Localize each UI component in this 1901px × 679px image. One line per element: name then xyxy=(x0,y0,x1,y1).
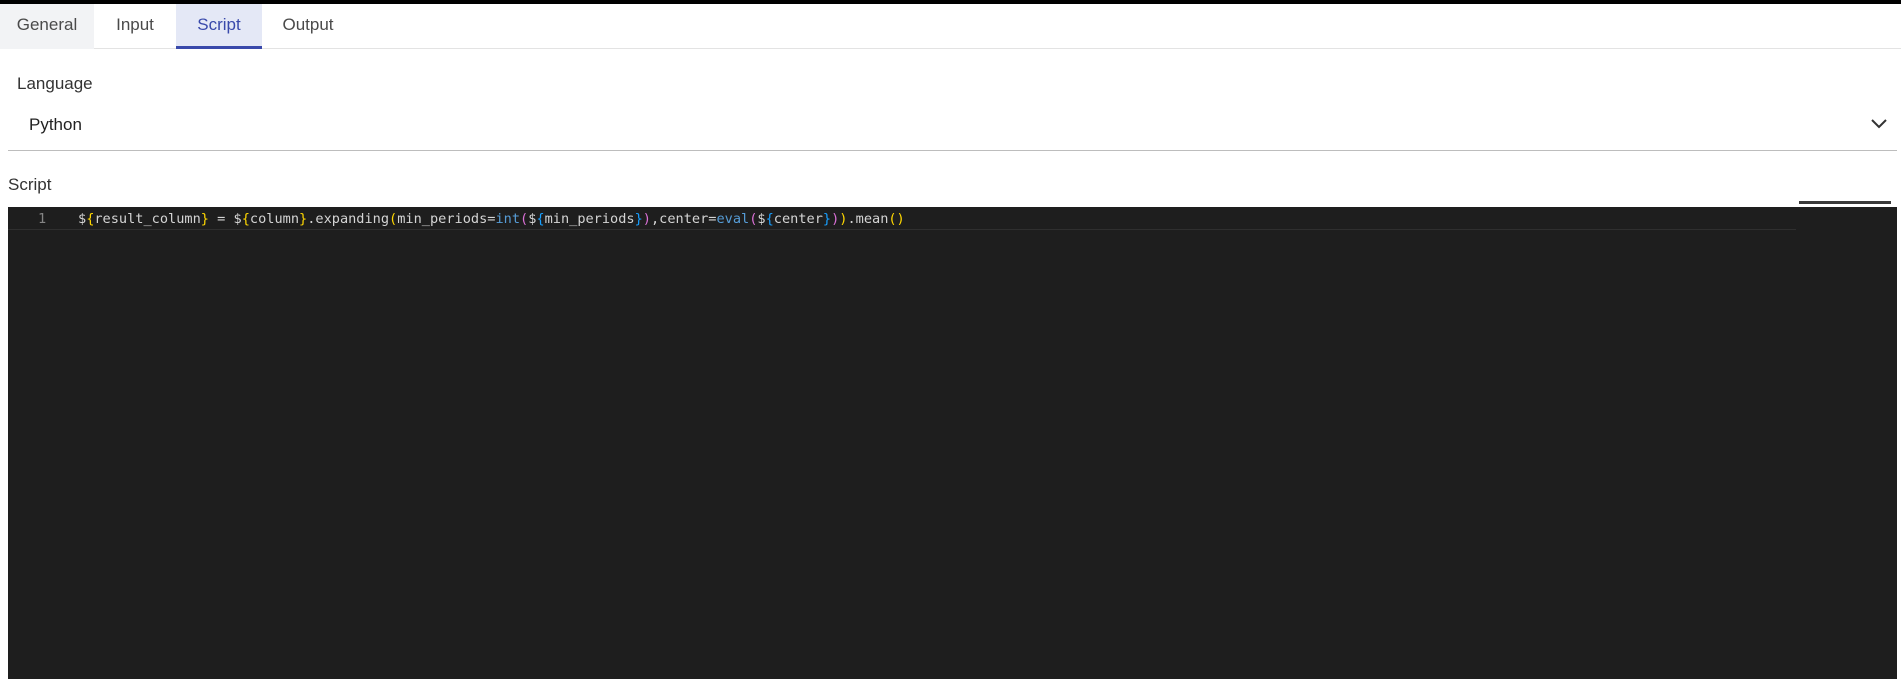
minimap xyxy=(1799,201,1891,204)
code-token: ( xyxy=(389,211,398,227)
code-token: ) xyxy=(642,211,651,227)
code-token: .mean xyxy=(847,211,889,227)
tab-input[interactable]: Input xyxy=(94,4,176,49)
node-config-panel: General Input Script Output Language Pyt… xyxy=(0,4,1901,679)
chevron-down-icon xyxy=(1871,119,1887,129)
code-token: min_periods xyxy=(544,211,635,227)
code-token: result_column xyxy=(94,211,201,227)
code-token: .expanding xyxy=(307,211,390,227)
code-token: min_periods= xyxy=(397,211,496,227)
tab-bar: General Input Script Output xyxy=(0,4,1901,49)
code-token: ( xyxy=(520,211,529,227)
code-token: { xyxy=(765,211,774,227)
code-token: eval xyxy=(716,211,750,227)
language-select[interactable]: Python xyxy=(8,99,1897,151)
code-token: int xyxy=(495,211,521,227)
language-label: Language xyxy=(17,74,93,93)
code-token: } xyxy=(299,211,308,227)
script-label: Script xyxy=(8,175,52,194)
code-token: } xyxy=(200,211,209,227)
code-token: } xyxy=(634,211,643,227)
code-token: () xyxy=(888,211,905,227)
tab-general[interactable]: General xyxy=(0,4,94,49)
code-token: ,center= xyxy=(650,211,717,227)
code-token: $ xyxy=(78,211,87,227)
code-text: ${result_column} = ${column}.expanding(m… xyxy=(78,211,905,228)
script-editor[interactable]: 1 ${result_column} = ${column}.expanding… xyxy=(8,201,1897,679)
code-token: { xyxy=(536,211,545,227)
code-line: 1 ${result_column} = ${column}.expanding… xyxy=(8,211,1796,230)
language-select-value: Python xyxy=(29,115,82,134)
code-token: } xyxy=(822,211,832,227)
code-token: center xyxy=(773,211,823,227)
line-number: 1 xyxy=(38,211,47,227)
code-token: column xyxy=(249,211,300,227)
tab-output[interactable]: Output xyxy=(262,4,354,49)
code-token: = $ xyxy=(208,211,242,227)
tab-script[interactable]: Script xyxy=(176,4,262,49)
code-token: { xyxy=(241,211,250,227)
code-token: $ xyxy=(757,211,766,227)
